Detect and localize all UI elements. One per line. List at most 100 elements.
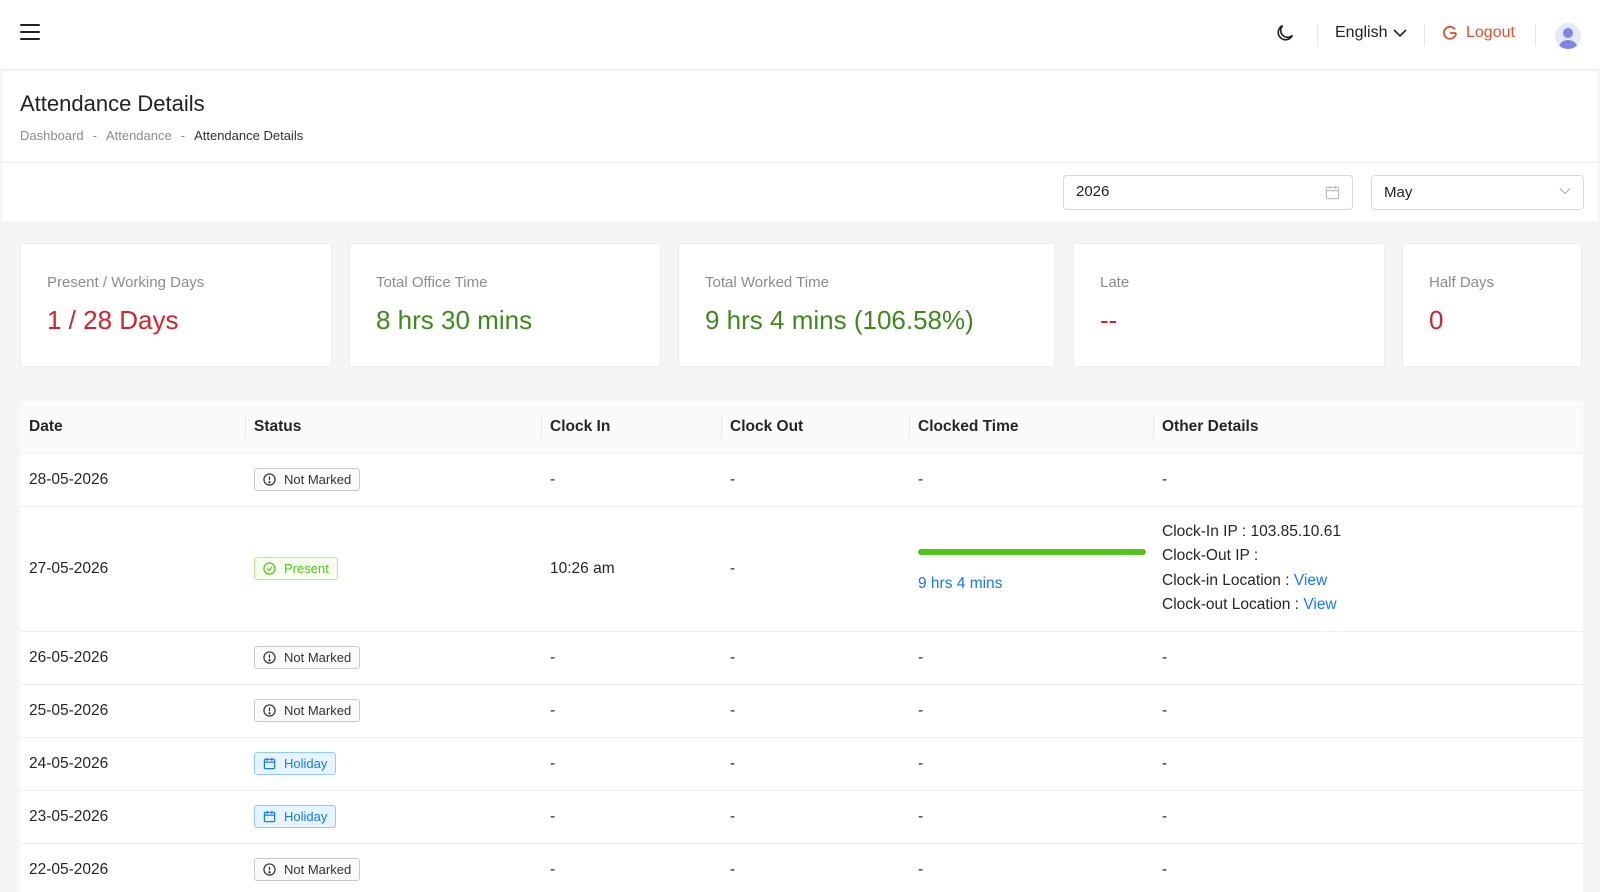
year-picker[interactable]: 2026 xyxy=(1063,175,1353,210)
cell-clocked-time: - xyxy=(909,842,1153,892)
page-header: Attendance Details Dashboard - Attendanc… xyxy=(2,71,1598,163)
cell-clock-in: - xyxy=(541,736,721,790)
stat-card-late: Late -- xyxy=(1073,243,1385,367)
chevron-down-icon xyxy=(1559,187,1571,195)
cell-status: Not Marked xyxy=(245,630,541,684)
cell-status: Present xyxy=(245,505,541,631)
calendar-icon xyxy=(263,810,276,823)
status-badge: Holiday xyxy=(254,752,337,775)
cell-clocked-time: - xyxy=(909,683,1153,737)
breadcrumb-dashboard[interactable]: Dashboard xyxy=(20,128,84,143)
column-header-date: Date xyxy=(29,417,63,435)
cell-other-details: - xyxy=(1153,736,1583,790)
logout-label: Logout xyxy=(1466,24,1515,41)
table-row: 28-05-2026 Not Marked - - - - xyxy=(20,452,1583,506)
page-title: Attendance Details xyxy=(20,91,205,116)
stat-label: Present / Working Days xyxy=(47,274,205,291)
stat-value: 0 xyxy=(1429,305,1444,335)
chevron-down-icon xyxy=(1393,29,1408,38)
cell-clock-out: - xyxy=(721,630,909,684)
clock-out-ip-label: Clock-Out IP : xyxy=(1162,547,1259,564)
clocked-time-value: 9 hrs 4 mins xyxy=(918,574,1003,592)
stat-card-present-days: Present / Working Days 1 / 28 Days xyxy=(20,243,332,367)
stat-value: 9 hrs 4 mins (106.58%) xyxy=(705,305,974,335)
exclamation-circle-icon xyxy=(263,473,276,486)
calendar-icon xyxy=(1325,185,1340,200)
status-badge: Holiday xyxy=(254,805,337,828)
cell-clock-out: - xyxy=(721,452,909,506)
cell-other-details: - xyxy=(1153,842,1583,892)
cell-other-details: - xyxy=(1153,683,1583,737)
table-row: 24-05-2026 Holiday - - - - xyxy=(20,736,1583,790)
cell-clock-out: - xyxy=(721,736,909,790)
cell-clock-in: - xyxy=(541,630,721,684)
cell-other-details: - xyxy=(1153,452,1583,506)
column-header-clocked-time: Clocked Time xyxy=(909,401,1153,453)
cell-other-details: Clock-In IP : 103.85.10.61 Clock-Out IP … xyxy=(1153,505,1583,631)
stat-label: Total Office Time xyxy=(376,274,488,291)
clock-out-location-label: Clock-out Location : xyxy=(1162,596,1299,613)
table-row: 22-05-2026 Not Marked - - - - xyxy=(20,842,1583,892)
menu-icon[interactable] xyxy=(20,24,40,42)
status-label: Not Marked xyxy=(284,472,352,487)
cell-other-details: - xyxy=(1153,789,1583,843)
divider xyxy=(1317,24,1318,46)
cell-status: Not Marked xyxy=(245,452,541,506)
stat-value: -- xyxy=(1100,305,1118,335)
cell-clocked-time: - xyxy=(909,630,1153,684)
stat-card-half-days: Half Days 0 xyxy=(1402,243,1582,367)
moon-icon[interactable] xyxy=(1274,22,1296,44)
breadcrumb: Dashboard - Attendance - Attendance Deta… xyxy=(20,128,303,143)
status-label: Not Marked xyxy=(284,650,352,665)
stat-card-office-time: Total Office Time 8 hrs 30 mins xyxy=(349,243,661,367)
cell-date: 22-05-2026 xyxy=(20,842,245,892)
user-avatar-icon[interactable] xyxy=(1555,23,1581,49)
cell-date: 24-05-2026 xyxy=(20,736,245,790)
cell-clocked-time: - xyxy=(909,452,1153,506)
status-label: Holiday xyxy=(284,756,328,771)
cell-other-details: - xyxy=(1153,630,1583,684)
logout-icon xyxy=(1443,25,1457,40)
column-header-other-details: Other Details xyxy=(1153,401,1583,453)
cell-clock-out: - xyxy=(721,789,909,843)
breadcrumb-current: Attendance Details xyxy=(194,128,304,143)
status-badge: Present xyxy=(254,557,338,580)
exclamation-circle-icon xyxy=(263,651,276,664)
clock-in-location-label: Clock-in Location : xyxy=(1162,571,1290,589)
month-select[interactable]: May xyxy=(1371,175,1584,210)
clock-in-location: Clock-in Location : View xyxy=(1162,569,1583,594)
cell-date: 28-05-2026 xyxy=(20,452,245,506)
breadcrumb-attendance[interactable]: Attendance xyxy=(106,128,172,143)
breadcrumb-separator: - xyxy=(92,128,97,143)
table-header-row: Date Status Clock In Clock Out Clocked T… xyxy=(20,401,1583,453)
column-header-clock-in: Clock In xyxy=(541,401,721,453)
stat-value: 8 hrs 30 mins xyxy=(376,305,533,335)
language-label: English xyxy=(1335,24,1388,41)
clock-in-location-view-link[interactable]: View xyxy=(1294,572,1327,589)
calendar-icon xyxy=(263,757,276,770)
table-row: 25-05-2026 Not Marked - - - - xyxy=(20,683,1583,737)
cell-clock-in: 10:26 am xyxy=(541,505,721,631)
cell-date: 27-05-2026 xyxy=(20,505,245,631)
exclamation-circle-icon xyxy=(263,704,276,717)
status-badge: Not Marked xyxy=(254,468,361,491)
attendance-table: Date Status Clock In Clock Out Clocked T… xyxy=(20,401,1583,892)
cell-clock-out: - xyxy=(721,842,909,892)
clock-out-ip: Clock-Out IP : xyxy=(1162,544,1583,569)
cell-clock-in: - xyxy=(541,842,721,892)
cell-clocked-time: - xyxy=(909,789,1153,843)
divider xyxy=(1535,24,1536,46)
status-label: Not Marked xyxy=(284,862,352,878)
month-value: May xyxy=(1384,184,1413,201)
language-select[interactable]: English xyxy=(1335,24,1408,42)
table-row: 26-05-2026 Not Marked - - - - xyxy=(20,630,1583,684)
cell-clocked-time: - xyxy=(909,736,1153,790)
cell-date: 25-05-2026 xyxy=(20,683,245,737)
cell-date: 23-05-2026 xyxy=(20,789,245,843)
stat-label: Late xyxy=(1100,274,1130,291)
logout-button[interactable]: Logout xyxy=(1442,24,1515,42)
status-label: Present xyxy=(284,561,329,576)
status-badge: Not Marked xyxy=(254,646,361,669)
clock-out-location-view-link[interactable]: View xyxy=(1303,596,1336,613)
table-row: 23-05-2026 Holiday - - - - xyxy=(20,789,1583,843)
